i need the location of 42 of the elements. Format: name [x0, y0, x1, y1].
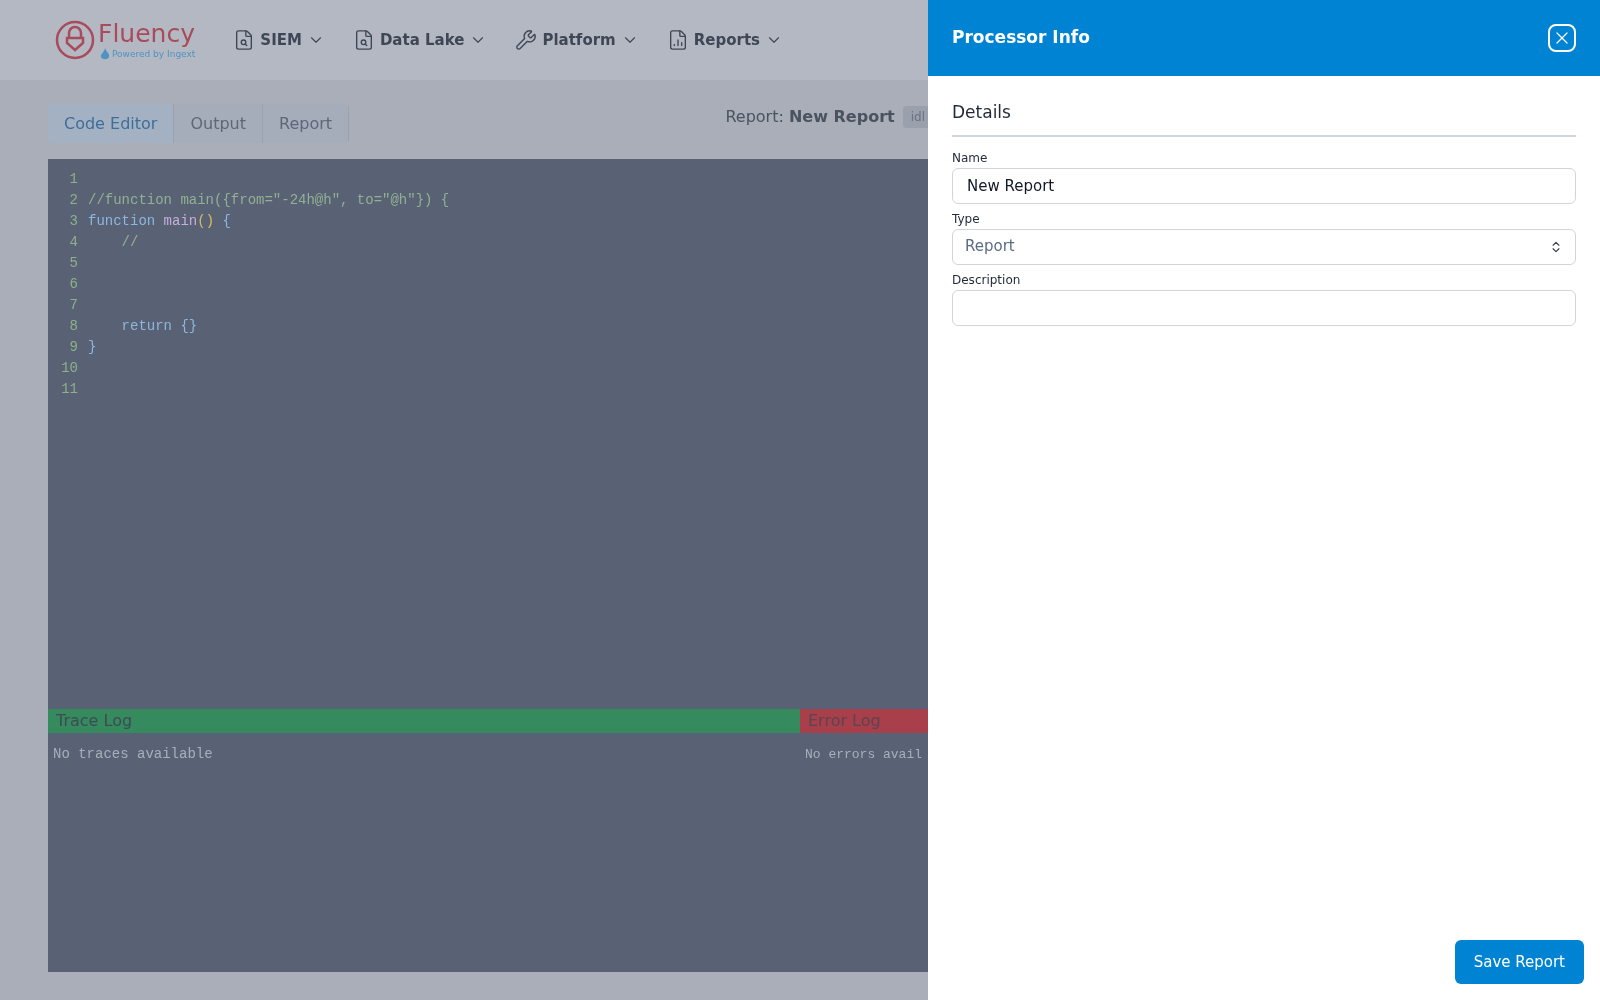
- editor-tab[interactable]: Output: [174, 104, 263, 143]
- log-message: No errors avail: [804, 746, 924, 764]
- input-field[interactable]: [952, 289, 1576, 326]
- field-label: Type: [952, 210, 981, 227]
- wrench-icon: [515, 29, 538, 51]
- field-label: Name: [952, 149, 989, 166]
- nav-menu-item[interactable]: Data Lake: [352, 28, 488, 52]
- line-number: 8: [68, 317, 78, 336]
- nav-menu-item[interactable]: Platform: [515, 28, 639, 52]
- lock-logo-icon: [55, 20, 95, 60]
- nav-menu-item[interactable]: SIEM: [233, 28, 325, 52]
- type-select[interactable]: Report: [952, 228, 1576, 265]
- editor-tab[interactable]: Code Editor: [48, 104, 175, 143]
- log-message: No traces available: [52, 745, 214, 764]
- line-number: 4: [68, 233, 78, 252]
- input-field[interactable]: New Report: [952, 167, 1576, 204]
- code-line: }: [88, 338, 97, 357]
- code-line: //: [120, 233, 139, 252]
- line-number: 5: [68, 254, 78, 273]
- line-number: 6: [68, 275, 78, 294]
- close-button[interactable]: [1548, 24, 1576, 52]
- logo-tagline: Powered by Ingext: [112, 49, 196, 59]
- line-number: 11: [60, 380, 78, 399]
- line-number: 9: [68, 338, 78, 357]
- line-number: 7: [68, 296, 78, 315]
- error-log-header: Error Log: [800, 709, 928, 733]
- line-number: 1: [68, 170, 78, 189]
- drawer-title: Processor Info: [952, 26, 1090, 50]
- line-number: 2: [68, 191, 78, 210]
- code-line: function main() {: [88, 212, 231, 231]
- code-line: return {}: [120, 317, 198, 336]
- editor-tab[interactable]: Report: [263, 104, 350, 143]
- trace-log-header: Trace Log: [48, 709, 800, 733]
- save-button[interactable]: Save Report: [1454, 940, 1584, 984]
- code-line: //function main({from="-24h@h", to="@h"}) {: [88, 191, 450, 210]
- report-title: Report: New Report: [725, 105, 895, 128]
- field-label: Description: [952, 271, 1022, 288]
- section-heading: Details: [952, 102, 1011, 122]
- logo-wordmark: Fluency: [98, 19, 196, 48]
- line-number: 10: [60, 359, 78, 378]
- line-number: 3: [68, 212, 78, 231]
- nav-menu-item[interactable]: Reports: [666, 28, 783, 52]
